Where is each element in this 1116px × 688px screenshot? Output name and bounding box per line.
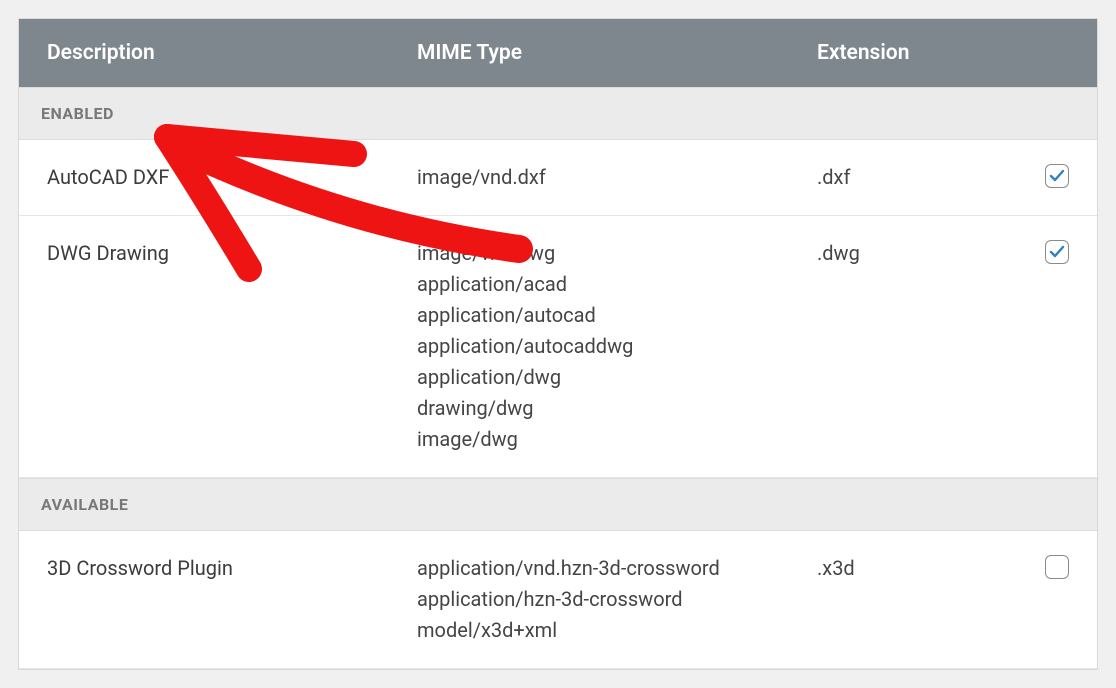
mime-value: image/vnd.dxf: [417, 162, 817, 193]
row-mime-list: image/vnd.dwg application/acad applicati…: [417, 238, 817, 455]
row-extension: .dwg: [817, 238, 1017, 455]
table-row: 3D Crossword Plugin application/vnd.hzn-…: [19, 531, 1097, 669]
enable-checkbox[interactable]: [1045, 555, 1069, 579]
mime-value: application/dwg: [417, 362, 817, 393]
mime-value: image/vnd.dwg: [417, 238, 817, 269]
mime-value: application/hzn-3d-crossword: [417, 584, 817, 615]
mime-value: application/autocad: [417, 300, 817, 331]
enable-checkbox[interactable]: [1045, 164, 1069, 188]
section-enabled: ENABLED: [19, 87, 1097, 140]
checkmark-icon: [1049, 244, 1065, 260]
mime-value: model/x3d+xml: [417, 615, 817, 646]
row-mime-list: image/vnd.dxf: [417, 162, 817, 193]
mime-value: application/vnd.hzn-3d-crossword: [417, 553, 817, 584]
header-checkbox-spacer: [1017, 41, 1069, 65]
table-header: Description MIME Type Extension: [19, 19, 1097, 87]
row-description: AutoCAD DXF: [47, 162, 417, 193]
row-mime-list: application/vnd.hzn-3d-crossword applica…: [417, 553, 817, 646]
row-description: DWG Drawing: [47, 238, 417, 455]
mime-value: drawing/dwg: [417, 393, 817, 424]
row-extension: .dxf: [817, 162, 1017, 193]
header-extension: Extension: [817, 41, 1017, 65]
mime-value: image/dwg: [417, 424, 817, 455]
header-mime: MIME Type: [417, 41, 817, 65]
checkmark-icon: [1049, 168, 1065, 184]
mime-value: application/autocaddwg: [417, 331, 817, 362]
table-row: DWG Drawing image/vnd.dwg application/ac…: [19, 216, 1097, 478]
mime-value: application/acad: [417, 269, 817, 300]
enable-checkbox[interactable]: [1045, 240, 1069, 264]
mime-types-table: Description MIME Type Extension ENABLED …: [18, 18, 1098, 670]
section-available: AVAILABLE: [19, 478, 1097, 531]
header-description: Description: [47, 41, 417, 65]
row-extension: .x3d: [817, 553, 1017, 646]
table-row: AutoCAD DXF image/vnd.dxf .dxf: [19, 140, 1097, 216]
row-description: 3D Crossword Plugin: [47, 553, 417, 646]
